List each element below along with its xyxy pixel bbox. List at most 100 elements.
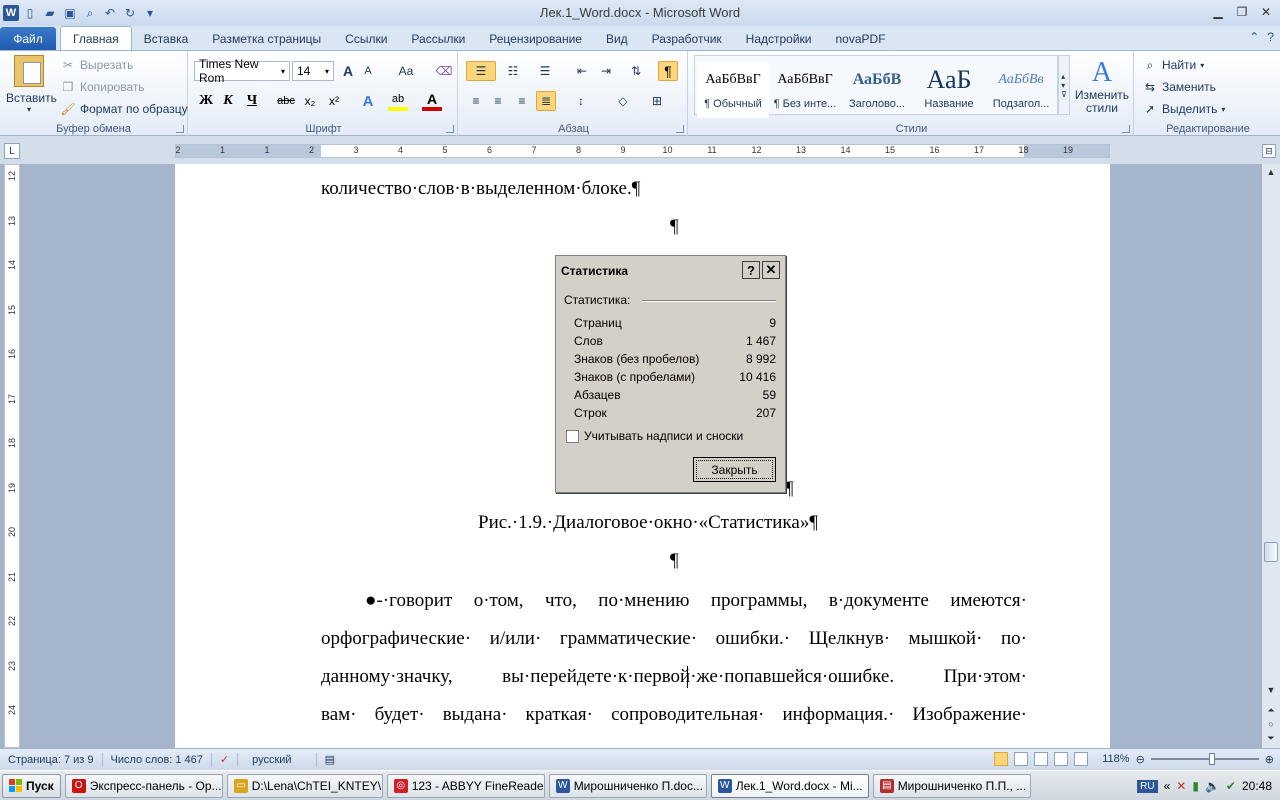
tab-novapdf[interactable]: novaPDF [824, 28, 898, 50]
dialog-close-button[interactable]: Закрыть [693, 457, 776, 482]
tab-mailings[interactable]: Рассылки [399, 28, 477, 50]
style-title[interactable]: АаБ Название [913, 62, 985, 118]
underline-button[interactable]: Ч [242, 91, 262, 111]
align-center-icon[interactable]: ≡ [488, 91, 508, 111]
font-size-select[interactable]: 14 ▾ [292, 61, 334, 81]
show-formatting-button[interactable]: ¶ [658, 61, 678, 81]
shrink-font-button[interactable]: A [358, 61, 378, 81]
taskbar-item[interactable]: ◎ 123 - ABBYY FineReade... [386, 773, 545, 798]
tab-home[interactable]: Главная [60, 26, 132, 50]
security-icon[interactable]: ✔ [1226, 779, 1236, 793]
strikethrough-button[interactable]: abc [276, 91, 296, 111]
style-heading1[interactable]: АаБбВ Заголово... [841, 62, 913, 118]
find-button[interactable]: ⌕ Найти ▾ [1142, 57, 1205, 73]
full-screen-reading-icon[interactable] [1014, 752, 1029, 766]
change-case-button[interactable]: Aa [392, 61, 420, 81]
signal-icon[interactable]: ▮ [1192, 779, 1199, 793]
browse-object-icon[interactable]: ○ [1265, 718, 1277, 730]
decrease-indent-icon[interactable]: ⇤ [572, 61, 592, 81]
restore-button[interactable]: ❐ [1234, 4, 1250, 20]
styles-launcher[interactable] [1122, 125, 1130, 133]
tab-references[interactable]: Ссылки [333, 28, 399, 50]
styles-scroll[interactable]: ▴ ▾ ⊽ [1058, 55, 1070, 115]
paragraph-launcher[interactable] [676, 125, 684, 133]
status-language[interactable]: русский [238, 752, 317, 767]
cut-button[interactable]: ✂ Вырезать [60, 57, 133, 73]
style-normal[interactable]: АаБбВвГ ¶ Обычный [697, 62, 769, 118]
draft-view-icon[interactable] [1074, 752, 1089, 766]
proofing-icon[interactable]: ✓ [212, 752, 239, 767]
style-no-spacing[interactable]: АаБбВвГ ¶ Без инте... [769, 62, 841, 118]
vertical-ruler[interactable]: 12 13 14 15 16 17 18 19 20 21 22 23 24 [4, 164, 20, 748]
macro-record-icon[interactable]: ▤ [317, 753, 343, 767]
dialog-close-icon[interactable]: ✕ [762, 261, 780, 279]
select-button[interactable]: ➚ Выделить ▾ [1142, 101, 1225, 117]
taskbar-item[interactable]: ▭ D:\Lena\ChTEI_KNTEY\... [226, 773, 383, 798]
close-window-button[interactable]: ✕ [1258, 4, 1274, 20]
tab-selector[interactable]: L [4, 143, 20, 159]
language-indicator[interactable]: RU [1137, 779, 1158, 793]
scroll-thumb[interactable] [1264, 542, 1278, 562]
dialog-help-button[interactable]: ? [742, 261, 760, 279]
taskbar-item-active[interactable]: W Лек.1_Word.docx - Mi... [710, 773, 869, 798]
zoom-in-icon[interactable]: ⊕ [1265, 753, 1274, 766]
previous-page-icon[interactable]: ⏶ [1265, 704, 1277, 716]
superscript-button[interactable]: x² [324, 91, 344, 111]
clipboard-launcher[interactable] [176, 125, 184, 133]
web-layout-icon[interactable] [1034, 752, 1049, 766]
text-effects-icon[interactable]: A [358, 91, 378, 111]
grow-font-button[interactable]: A [338, 61, 358, 81]
align-left-icon[interactable]: ≡ [466, 91, 486, 111]
sort-icon[interactable]: ⇅ [626, 61, 646, 81]
tab-review[interactable]: Рецензирование [477, 28, 594, 50]
highlight-color-icon[interactable]: ab [388, 91, 408, 111]
multilevel-list-icon[interactable]: ☰ [532, 61, 558, 81]
change-styles-button[interactable]: A Изменить стили [1074, 57, 1130, 115]
volume-icon[interactable]: 🔈 [1205, 779, 1220, 793]
tab-page-layout[interactable]: Разметка страницы [200, 28, 333, 50]
start-button[interactable]: Пуск [2, 773, 61, 798]
outline-view-icon[interactable] [1054, 752, 1069, 766]
include-textboxes-checkbox[interactable]: Учитывать надписи и сноски [566, 429, 743, 443]
minimize-button[interactable]: ▁ [1210, 4, 1226, 20]
zoom-level[interactable]: 118% [1102, 753, 1129, 765]
scroll-up-icon[interactable]: ▲ [1265, 166, 1277, 178]
network-icon[interactable]: ✕ [1176, 779, 1186, 793]
format-painter-button[interactable]: 🖌 Формат по образцу [60, 101, 187, 117]
numbering-icon[interactable]: ☷ [500, 61, 526, 81]
tab-developer[interactable]: Разработчик [640, 28, 734, 50]
minimize-ribbon-icon[interactable]: ⌃ [1249, 30, 1259, 44]
view-ruler-icon[interactable]: ⊟ [1262, 144, 1276, 158]
help-icon[interactable]: ? [1267, 30, 1274, 44]
subscript-button[interactable]: x₂ [300, 91, 320, 111]
bullets-icon[interactable]: ☰ [466, 61, 496, 81]
tray-chevron-icon[interactable]: « [1164, 779, 1171, 793]
horizontal-ruler[interactable]: 2 1 1 2 3 4 5 6 7 8 9 10 11 12 13 14 15 16 17 18 19 [175, 144, 1110, 158]
tab-addins[interactable]: Надстройки [734, 28, 824, 50]
taskbar-item[interactable]: W Мирошниченко П.doc... [548, 773, 707, 798]
borders-icon[interactable]: ⊞ [644, 91, 670, 111]
zoom-slider-knob[interactable] [1208, 753, 1215, 765]
font-color-icon[interactable]: A [422, 91, 442, 111]
italic-button[interactable]: К [218, 91, 238, 111]
status-word-count[interactable]: Число слов: 1 467 [103, 752, 212, 767]
align-right-icon[interactable]: ≡ [512, 91, 532, 111]
zoom-out-icon[interactable]: ⊖ [1136, 753, 1145, 766]
style-subtitle[interactable]: АаБбВв Подзагол... [985, 62, 1057, 118]
tab-insert[interactable]: Вставка [132, 28, 201, 50]
tab-view[interactable]: Вид [594, 28, 640, 50]
status-page[interactable]: Страница: 7 из 9 [0, 752, 103, 767]
taskbar-item[interactable]: O Экспресс-панель - Op... [64, 773, 223, 798]
tab-file[interactable]: Файл [0, 27, 56, 50]
print-layout-view-icon[interactable] [994, 752, 1009, 766]
font-launcher[interactable] [446, 125, 454, 133]
next-page-icon[interactable]: ⏷ [1265, 732, 1277, 744]
justify-icon[interactable]: ≣ [536, 91, 556, 111]
line-spacing-icon[interactable]: ↕ [568, 91, 594, 111]
increase-indent-icon[interactable]: ⇥ [596, 61, 616, 81]
vertical-scrollbar[interactable]: ▲ ▼ ⏶ ○ ⏷ [1262, 164, 1280, 748]
bold-button[interactable]: Ж [196, 91, 216, 111]
zoom-slider[interactable] [1150, 753, 1259, 765]
clear-formatting-icon[interactable]: ⌫ [434, 61, 454, 81]
font-name-select[interactable]: Times New Rom ▾ [194, 57, 290, 85]
